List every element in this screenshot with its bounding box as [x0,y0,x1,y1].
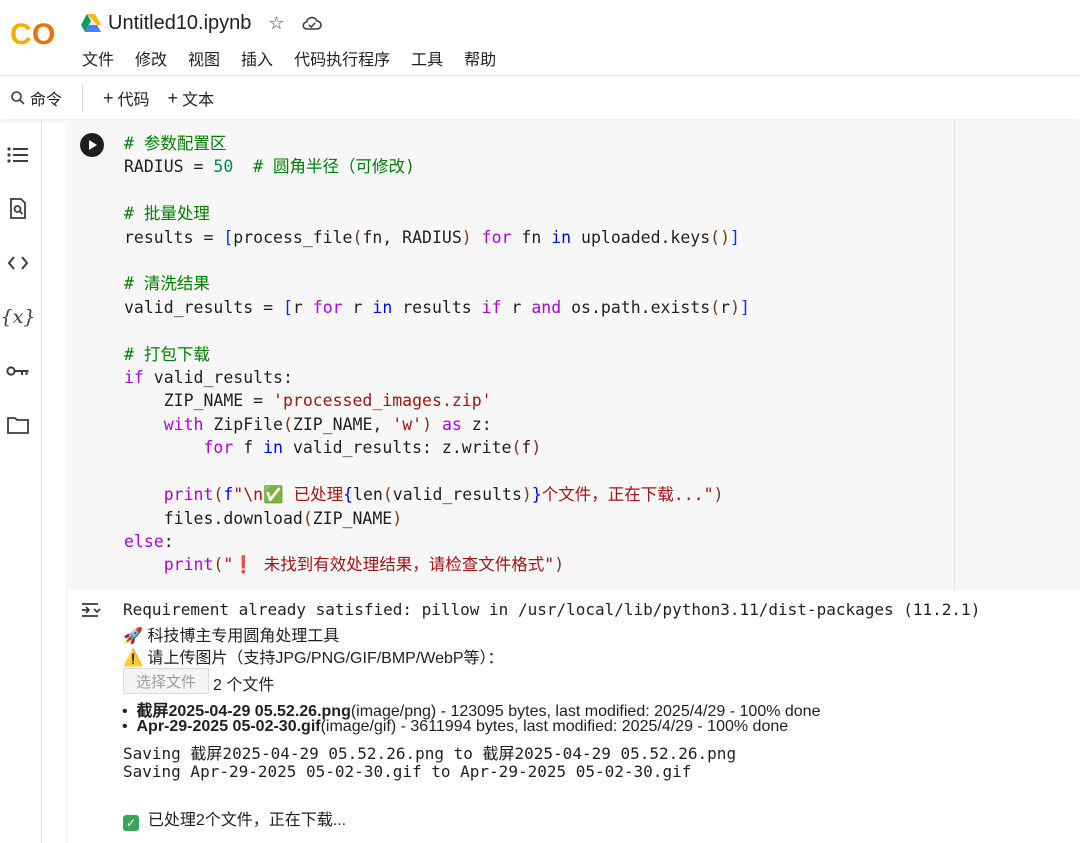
code-line: if valid_results: [124,368,293,388]
colab-logo[interactable]: C O [8,14,64,50]
add-code-button[interactable]: + 代码 [97,86,156,110]
output-requirement-line: Requirement already satisfied: pillow in… [123,600,981,619]
uploaded-file-item: • Apr-29-2025 05-02-30.gif(image/gif) - … [122,718,789,735]
star-icon[interactable]: ☆ [265,12,287,34]
title-row: Untitled10.ipynb ☆ [80,10,323,36]
variables-icon[interactable]: {x} [1,304,36,330]
find-icon[interactable] [5,196,31,222]
output-tool-line: 🚀 科技博主专用圆角处理工具 [123,628,340,645]
cloud-saved-icon[interactable] [301,12,323,34]
code-snippets-icon[interactable] [5,250,31,276]
code-line: # 批量处理 [124,204,210,224]
notebook-title[interactable]: Untitled10.ipynb [108,12,251,35]
search-icon [11,91,25,105]
toolbar-divider [82,84,84,112]
file-count: 2 个文件 [213,677,275,694]
output-done-line: ✓ 已处理2个文件，正在下载... [123,806,346,831]
menu-runtime[interactable]: 代码执行程序 [290,44,394,72]
menu-edit[interactable]: 修改 [131,44,171,72]
saving-line: Saving Apr-29-2025 05-02-30.gif to Apr-2… [123,762,692,781]
code-editor[interactable]: # 参数配置区 RADIUS = 50 # 圆角半径（可修改) # 批量处理 r… [124,132,750,577]
code-line: # 参数配置区 [124,134,227,153]
files-folder-icon[interactable] [5,412,31,438]
menu-view[interactable]: 视图 [184,44,224,72]
add-text-button[interactable]: + 文本 [162,86,221,110]
code-line: print("❗ 未找到有效处理结果，请检查文件格式") [163,555,565,575]
command-label: 命令 [30,92,63,109]
code-line: for f in valid_results: z.write(f) [203,438,542,458]
secrets-key-icon[interactable] [5,358,31,384]
code-line: files.download(ZIP_NAME) [124,508,403,528]
code-line: with ZipFile(ZIP_NAME, 'w') as z: [163,414,492,434]
saving-line: Saving 截屏2025-04-29 05.52.26.png to 截屏20… [123,744,737,763]
svg-text:O: O [32,18,55,50]
plus-icon: + [167,87,179,108]
choose-file-button[interactable]: 选择文件 [123,668,209,694]
svg-text:C: C [10,18,32,50]
menu-tools[interactable]: 工具 [407,44,447,72]
menu-help[interactable]: 帮助 [460,44,500,72]
output-upload-prompt: ⚠️ 请上传图片（支持JPG/PNG/GIF/BMP/WebP等）： [123,650,504,667]
code-line: print(f"\n✅ 已处理{len(valid_results)}个文件，正… [163,485,724,505]
menu-file[interactable]: 文件 [78,44,118,72]
code-line: RADIUS = 50 # 圆角半径（可修改) [124,157,415,177]
toc-icon[interactable] [5,142,31,168]
menu-bar: 文件 修改 视图 插入 代码执行程序 工具 帮助 [78,44,513,72]
plus-icon: + [103,87,114,108]
code-line: # 打包下载 [124,344,210,364]
uploaded-file-name: Apr-29-2025 05-02-30.gif [136,718,321,735]
check-mark-icon: ✓ [123,815,139,831]
cell-side-divider [954,120,955,590]
uploaded-file-detail: (image/gif) - 3611994 bytes, last modifi… [320,718,789,735]
code-line: valid_results = [r for r in results if r… [124,297,750,317]
left-sidebar: {x} [0,120,42,843]
add-code-label: 代码 [117,92,150,109]
code-line: # 清洗结果 [124,274,210,294]
code-line: results = [process_file(fn, RADIUS) for … [124,227,740,247]
output-actions-icon[interactable] [80,600,104,620]
done-text: 已处理2个文件，正在下载... [147,812,347,829]
add-text-label: 文本 [182,92,215,109]
play-icon [89,140,97,150]
code-line: ZIP_NAME = 'processed_images.zip' [124,391,492,411]
code-line: else: [124,531,174,551]
run-cell-button[interactable] [80,133,104,157]
command-palette-button[interactable]: 命令 [4,86,68,110]
toolbar: 命令 + 代码 + 文本 [0,77,1080,119]
menu-insert[interactable]: 插入 [237,44,277,72]
google-drive-icon [81,14,101,32]
header: C O Untitled10.ipynb ☆ 文件 修改 视图 插入 代码执行程… [0,0,1080,76]
